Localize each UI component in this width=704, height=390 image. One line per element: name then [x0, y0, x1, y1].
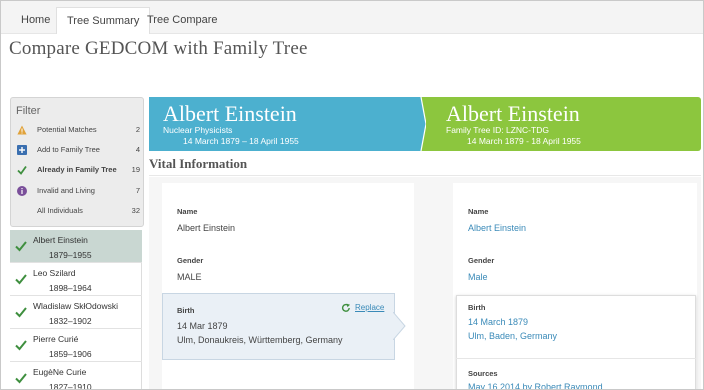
check-icon: [15, 241, 27, 252]
list-item[interactable]: Leo Szilard 1898–1964: [10, 263, 142, 296]
check-icon: [17, 165, 27, 175]
filter-label: All Individuals: [37, 206, 83, 215]
check-icon: [15, 307, 27, 318]
plus-icon: [17, 145, 27, 155]
individual-dates: 1827–1910: [49, 382, 92, 390]
individual-name: Albert Einstein: [33, 235, 88, 245]
filter-all-individuals[interactable]: All Individuals 32: [16, 204, 143, 220]
filter-count: 4: [135, 145, 140, 154]
filter-add-to-family-tree[interactable]: Add to Family Tree 4: [16, 143, 143, 159]
tree-gender-label: Gender: [468, 256, 495, 265]
gedcom-gender-label: Gender: [177, 256, 204, 265]
page-title: Compare GEDCOM with Family Tree: [9, 38, 308, 59]
filter-potential-matches[interactable]: Potential Matches 2: [16, 123, 143, 139]
family-tree-person-banner: Albert Einstein Family Tree ID: LZNC-TDG…: [426, 97, 701, 151]
filter-count: 7: [135, 186, 140, 195]
individual-name: EugèNe Curie: [33, 367, 87, 377]
tree-sources-label: Sources: [468, 369, 498, 378]
tree-person-id: Family Tree ID: LZNC-TDG: [446, 125, 549, 135]
individual-name: Pierre Curié: [33, 334, 79, 344]
check-icon: [15, 373, 27, 384]
top-navigation: Home Tree Summary Tree Compare: [1, 1, 703, 34]
tree-sources-value[interactable]: May 16 2014 by Robert Raymond: [468, 382, 603, 389]
filter-label: Add to Family Tree: [37, 145, 100, 154]
tree-person-dates: 14 March 1879 - 18 April 1955: [467, 136, 581, 146]
birth-pointer-icon: [393, 312, 406, 340]
filter-label: Invalid and Living: [37, 186, 95, 195]
tree-name-label: Name: [468, 207, 489, 216]
gedcom-birth-place: Ulm, Donaukreis, Württemberg, Germany: [177, 335, 343, 345]
tree-name-value[interactable]: Albert Einstein: [468, 223, 526, 233]
app-window: Home Tree Summary Tree Compare Compare G…: [0, 0, 704, 390]
individuals-list: Albert Einstein 1879–1955 Leo Szilard 18…: [10, 230, 142, 390]
check-icon: [15, 274, 27, 285]
replace-link[interactable]: Replace: [355, 303, 384, 312]
replace-icon[interactable]: [341, 303, 351, 313]
info-icon: [17, 186, 27, 196]
filter-count: 32: [131, 206, 140, 215]
individual-dates: 1859–1906: [49, 349, 92, 359]
gedcom-person-banner: Albert Einstein Nuclear Physicists 14 Ma…: [149, 97, 417, 151]
gedcom-person-dates: 14 March 1879 – 18 April 1955: [183, 136, 299, 146]
list-item[interactable]: Albert Einstein 1879–1955: [10, 230, 142, 263]
divider: [456, 358, 696, 359]
filter-label: Already in Family Tree: [37, 165, 117, 174]
filter-already-in-family-tree[interactable]: Already in Family Tree 19: [16, 163, 143, 179]
tree-birth-label: Birth: [468, 303, 486, 312]
tree-birth-date[interactable]: 14 March 1879: [468, 317, 528, 327]
gedcom-name-value: Albert Einstein: [177, 223, 236, 233]
individual-dates: 1832–1902: [49, 316, 92, 326]
filter-panel: Filter Potential Matches 2 Add to Family…: [10, 97, 144, 227]
gedcom-person-name: Albert Einstein: [163, 101, 297, 126]
individual-dates: 1879–1955: [49, 250, 92, 260]
section-title: Vital Information: [149, 156, 248, 171]
gedcom-name-label: Name: [177, 207, 198, 216]
list-item[interactable]: EugèNe Curie 1827–1910: [10, 362, 142, 390]
gedcom-gender-value: MALE: [177, 272, 202, 282]
filter-title: Filter: [16, 105, 41, 117]
list-item[interactable]: Pierre Curié 1859–1906: [10, 329, 142, 362]
individual-dates: 1898–1964: [49, 283, 92, 293]
filter-invalid-and-living[interactable]: Invalid and Living 7: [16, 184, 143, 200]
tree-birth-place[interactable]: Ulm, Baden, Germany: [468, 331, 557, 341]
list-item[interactable]: Wladislaw SkłOdowski 1832–1902: [10, 296, 142, 329]
tab-tree-compare[interactable]: Tree Compare: [137, 7, 228, 34]
filter-count: 2: [135, 125, 140, 134]
individual-name: Leo Szilard: [33, 268, 76, 278]
warning-icon: [17, 125, 27, 135]
filter-label: Potential Matches: [37, 125, 97, 134]
gedcom-birth-date: 14 Mar 1879: [177, 321, 228, 331]
tree-gender-value[interactable]: Male: [468, 272, 488, 282]
tab-home[interactable]: Home: [11, 7, 60, 34]
gedcom-birth-label: Birth: [177, 306, 195, 315]
tree-person-name: Albert Einstein: [446, 101, 580, 126]
divider: [149, 175, 701, 176]
check-icon: [15, 340, 27, 351]
gedcom-person-subtitle: Nuclear Physicists: [163, 125, 233, 135]
individual-name: Wladislaw SkłOdowski: [33, 301, 119, 311]
filter-count: 19: [131, 165, 140, 174]
